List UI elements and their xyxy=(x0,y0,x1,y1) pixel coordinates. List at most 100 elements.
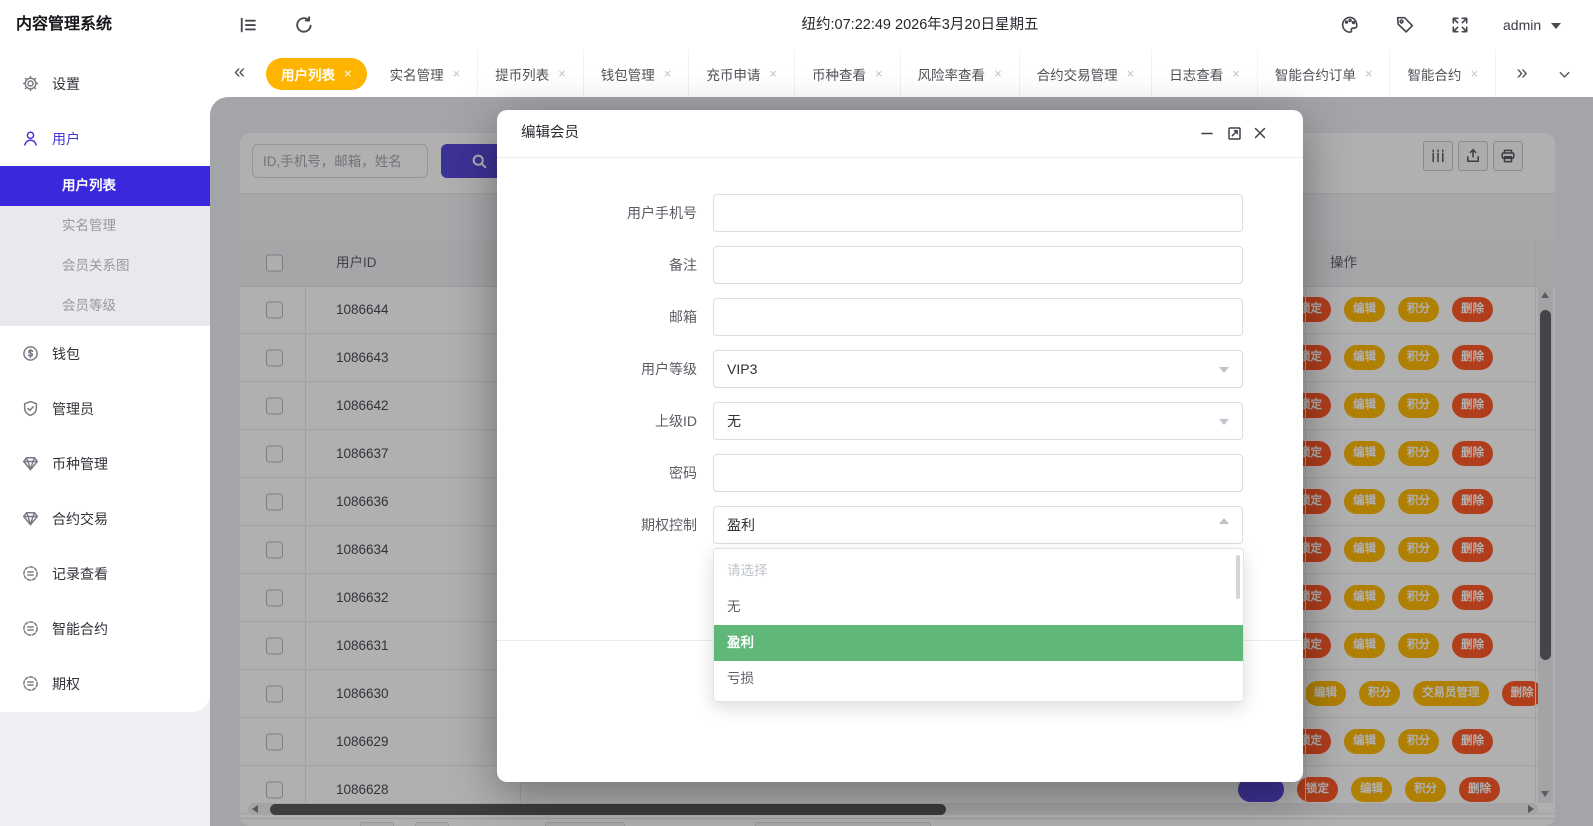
tab-item[interactable]: 日志查看 × xyxy=(1152,50,1258,97)
tabs-scroll-right-icon[interactable]: » xyxy=(1505,50,1539,97)
tab-bar: « 用户列表 × 实名管理 × 提币列表 × 钱包管理 × 充币申请 × 币种查… xyxy=(210,50,1593,97)
tab-label: 智能合约订单 xyxy=(1274,67,1356,83)
maximize-icon[interactable] xyxy=(1224,123,1244,143)
gear-icon xyxy=(22,75,39,92)
sidebar-subitem[interactable]: 实名管理 xyxy=(0,206,210,246)
tab-label: 提币列表 xyxy=(495,67,550,83)
dropdown-option[interactable]: 无 xyxy=(714,589,1243,625)
tab-close-icon[interactable]: × xyxy=(1470,66,1478,81)
sidebar: 设置 用户 用户列表 实名管理 会员关系图 会员等级 钱包 管理员 币种管理 合… xyxy=(0,50,210,712)
form-field-row: 期权控制 盈利 xyxy=(497,506,1303,544)
form-field-input[interactable] xyxy=(713,194,1243,232)
tab-close-icon[interactable]: × xyxy=(558,66,566,81)
app-title: 内容管理系统 xyxy=(16,16,113,33)
tab-label: 币种查看 xyxy=(811,67,866,83)
fullscreen-icon[interactable] xyxy=(1450,15,1470,35)
tab-item[interactable]: 智能合约订单 × xyxy=(1258,50,1391,97)
tab-label: 风险率查看 xyxy=(917,67,986,83)
gem-icon xyxy=(22,455,39,472)
modal-title: 编辑会员 xyxy=(521,125,579,141)
modal-header: 编辑会员 xyxy=(497,110,1303,158)
user-caret-down-icon[interactable] xyxy=(1551,23,1561,34)
form-field-label: 上级ID xyxy=(655,413,697,429)
tab-label: 用户列表 xyxy=(281,67,335,83)
collapse-sidebar-icon[interactable] xyxy=(238,15,258,35)
dropdown-scrollbar-thumb[interactable] xyxy=(1236,555,1240,599)
sidebar-item-label: 币种管理 xyxy=(52,455,108,472)
select-arrow-icon xyxy=(1219,518,1229,524)
shield-icon xyxy=(22,400,39,417)
sidebar-item-label: 合约交易 xyxy=(52,510,108,527)
sidebar-item-label: 记录查看 xyxy=(52,565,108,582)
tab-item[interactable]: 提币列表 × xyxy=(478,50,584,97)
form-field-input[interactable]: VIP3 xyxy=(713,350,1243,388)
tab-item[interactable]: 合约交易管理 × xyxy=(1020,50,1153,97)
tab-close-icon[interactable]: × xyxy=(1365,66,1373,81)
tab-item[interactable]: 实名管理 × xyxy=(373,50,479,97)
coin-icon xyxy=(22,675,39,692)
tab-close-icon[interactable]: × xyxy=(994,66,1002,81)
tab-close-icon[interactable]: × xyxy=(875,66,883,81)
sidebar-subitem[interactable]: 会员关系图 xyxy=(0,246,210,286)
dropdown-option[interactable]: 亏损 xyxy=(714,661,1243,697)
tab-close-icon[interactable]: × xyxy=(769,66,777,81)
sidebar-item-label: 钱包 xyxy=(52,345,80,362)
sidebar-item-label: 管理员 xyxy=(52,400,94,417)
dropdown-option[interactable]: 盈利 xyxy=(714,625,1243,661)
modal-form: 用户手机号 备注 邮箱 用户等级 VIP3 上级ID 无 密码 期权控制 盈利 xyxy=(497,194,1303,558)
tab-label: 合约交易管理 xyxy=(1036,67,1118,83)
tab-item[interactable]: 用户列表 × xyxy=(266,57,367,90)
form-field-label: 用户等级 xyxy=(641,361,697,377)
tab-item[interactable]: 币种查看 × xyxy=(795,50,901,97)
clock-text: 纽约:07:22:49 2026年3月20日星期五 xyxy=(801,17,1039,33)
form-field-value: VIP3 xyxy=(727,361,758,377)
sidebar-item[interactable]: 管理员 xyxy=(0,381,210,436)
tab-close-icon[interactable]: × xyxy=(1127,66,1135,81)
tab-close-icon[interactable]: × xyxy=(453,66,461,81)
form-field-input[interactable] xyxy=(713,454,1243,492)
tabs-menu-chevron-down-icon[interactable] xyxy=(1547,50,1581,97)
select-arrow-icon xyxy=(1219,367,1229,373)
sidebar-item[interactable]: 设置 xyxy=(0,56,210,111)
tag-icon[interactable] xyxy=(1395,15,1415,35)
sidebar-subitem[interactable]: 用户列表 xyxy=(0,166,210,206)
sidebar-item[interactable]: 用户 xyxy=(0,111,210,166)
sidebar-item[interactable]: 记录查看 xyxy=(0,546,210,601)
sidebar-item-label: 期权 xyxy=(52,675,80,692)
form-field-label: 邮箱 xyxy=(669,309,697,325)
dropdown-option[interactable]: 请选择 xyxy=(714,553,1243,589)
sidebar-item[interactable]: 期权 xyxy=(0,656,210,711)
option-control-dropdown: 请选择 无 盈利 亏损 xyxy=(713,548,1244,702)
sidebar-item[interactable]: 币种管理 xyxy=(0,436,210,491)
form-field-input[interactable] xyxy=(713,246,1243,284)
form-field-label: 用户手机号 xyxy=(627,205,697,221)
tabs-scroll-left-icon[interactable]: « xyxy=(234,50,245,95)
sidebar-item[interactable]: 合约交易 xyxy=(0,491,210,546)
sidebar-submenu: 用户列表 实名管理 会员关系图 会员等级 xyxy=(0,166,210,326)
form-field-input[interactable]: 无 xyxy=(713,402,1243,440)
tab-label: 钱包管理 xyxy=(600,67,655,83)
tab-item[interactable]: 智能合约 × xyxy=(1390,50,1497,97)
user-menu[interactable]: admin xyxy=(1503,0,1541,50)
refresh-icon[interactable] xyxy=(294,15,314,35)
sidebar-item-label: 用户 xyxy=(52,130,80,147)
form-field-label: 期权控制 xyxy=(641,517,697,533)
tab-item[interactable]: 风险率查看 × xyxy=(901,50,1020,97)
coin-icon xyxy=(22,620,39,637)
tab-close-icon[interactable]: × xyxy=(344,66,352,81)
tab-close-icon[interactable]: × xyxy=(664,66,672,81)
form-field-input[interactable]: 盈利 xyxy=(713,506,1243,544)
theme-palette-icon[interactable] xyxy=(1340,15,1360,35)
tab-item[interactable]: 钱包管理 × xyxy=(584,50,690,97)
wallet-icon xyxy=(22,345,39,362)
form-field-row: 密码 xyxy=(497,454,1303,492)
sidebar-item[interactable]: 智能合约 xyxy=(0,601,210,656)
minimize-icon[interactable] xyxy=(1197,123,1217,143)
tab-close-icon[interactable]: × xyxy=(1232,66,1240,81)
sidebar-subitem[interactable]: 会员等级 xyxy=(0,286,210,326)
sidebar-item[interactable]: 钱包 xyxy=(0,326,210,381)
sidebar-item-label: 智能合约 xyxy=(52,620,108,637)
form-field-input[interactable] xyxy=(713,298,1243,336)
tab-item[interactable]: 充币申请 × xyxy=(689,50,795,97)
close-icon[interactable] xyxy=(1250,123,1270,143)
